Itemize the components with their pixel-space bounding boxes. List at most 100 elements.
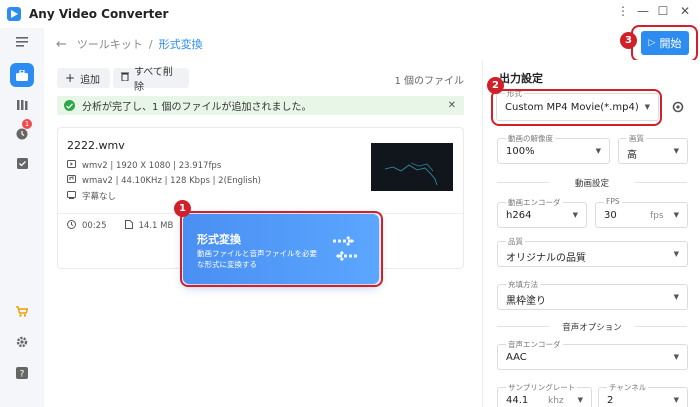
- trash-icon: [121, 72, 129, 84]
- channel-label: チャンネル: [607, 382, 649, 393]
- file-count: 1 個のファイル: [394, 76, 464, 87]
- chevron-down-icon: ▼: [673, 353, 679, 361]
- annotation-box-1: [180, 211, 383, 287]
- notice-text: 分析が完了し、1 個のファイルが追加されました。: [82, 102, 312, 113]
- close-button[interactable]: ✕: [675, 4, 695, 18]
- quality-label: 画質: [627, 133, 646, 144]
- add-button-label: 追加: [80, 74, 101, 86]
- fps-select[interactable]: FPS 30 fps ▼: [595, 197, 688, 228]
- audio-encoder-value: AAC: [506, 352, 527, 363]
- file-name: 2222.wmv: [67, 139, 125, 152]
- file-size: 14.1 MB: [138, 221, 174, 231]
- chevron-down-icon: ▼: [673, 293, 679, 301]
- app-logo-icon: [7, 7, 21, 21]
- library-icon[interactable]: [10, 92, 34, 116]
- minimize-button[interactable]: —: [633, 4, 653, 18]
- fill-method-value: 黒枠塗り: [506, 296, 546, 307]
- more-menu-icon[interactable]: ⋮: [613, 4, 633, 18]
- chevron-down-icon: ▼: [673, 147, 679, 155]
- section-divider: [635, 182, 687, 183]
- clock-icon: [67, 220, 76, 232]
- video-info: wmv2 | 1920 X 1080 | 23.917fps: [67, 160, 221, 171]
- channel-select[interactable]: チャンネル 2 ▼: [598, 382, 688, 407]
- toolkit-icon[interactable]: [10, 63, 34, 87]
- subtitle-info: 字幕なし: [67, 190, 116, 202]
- tasks-icon[interactable]: [10, 151, 34, 175]
- delete-all-button[interactable]: すべて削除: [113, 67, 189, 93]
- quality-value: 高: [627, 150, 637, 161]
- fps-label: FPS: [604, 197, 622, 206]
- collapse-menu-icon[interactable]: [10, 30, 34, 54]
- svg-text:?: ?: [20, 370, 25, 380]
- video-encoder-select[interactable]: 動画エンコーダ h264 ▼: [497, 197, 587, 228]
- history-icon[interactable]: 1: [10, 119, 34, 146]
- annotation-marker-2: 2: [487, 77, 504, 94]
- output-settings-title: 出力設定: [499, 72, 543, 85]
- fps-value: 30: [604, 210, 617, 221]
- app-window: Any Video Converter ⋮ — ☐ ✕ 1 ? ← ツールキット…: [0, 0, 700, 407]
- annotation-box-2: [491, 89, 662, 126]
- app-title: Any Video Converter: [29, 7, 169, 21]
- chevron-down-icon: ▼: [673, 250, 679, 258]
- sample-rate-value: 44.1: [506, 395, 529, 406]
- encoder-value: h264: [506, 210, 532, 221]
- quality-preset-select[interactable]: 品質 オリジナルの品質 ▼: [497, 236, 688, 267]
- delete-all-label: すべて削除: [134, 67, 173, 93]
- output-settings-panel: 出力設定 形式 Custom MP4 Movie(*.mp4) ▼ 2 動画の解…: [482, 60, 700, 407]
- fill-method-label: 充填方法: [506, 279, 540, 290]
- audio-encoder-select[interactable]: 音声エンコーダ AAC ▼: [497, 339, 688, 370]
- annotation-marker-1: 1: [174, 200, 191, 217]
- chevron-down-icon: ▼: [673, 211, 679, 219]
- video-info-text: wmv2 | 1920 X 1080 | 23.917fps: [82, 160, 222, 171]
- plus-icon: +: [65, 71, 76, 85]
- video-icon: [67, 160, 76, 171]
- audio-encoder-label: 音声エンコーダ: [506, 339, 563, 350]
- add-button[interactable]: + 追加: [57, 68, 110, 88]
- breadcrumb: ← ツールキット / 形式変換: [44, 28, 700, 60]
- quality-preset-label: 品質: [506, 236, 525, 247]
- back-arrow-icon[interactable]: ←: [56, 37, 67, 52]
- check-circle-icon: [64, 100, 75, 111]
- chevron-down-icon: ▼: [673, 396, 679, 404]
- settings-gear-icon[interactable]: [10, 330, 34, 354]
- annotation-box-3: [631, 25, 698, 62]
- resolution-label: 動画の解像度: [506, 133, 555, 144]
- video-thumbnail[interactable]: [371, 143, 453, 191]
- duration: 00:25: [82, 221, 107, 231]
- section-divider: [635, 326, 687, 327]
- audio-info: wmav2 | 44.10KHz | 128 Kbps | 2(English): [67, 175, 261, 186]
- duration-size-row: 00:25 14.1 MB: [67, 220, 173, 232]
- quality-preset-value: オリジナルの品質: [506, 253, 586, 264]
- resolution-value: 100%: [506, 146, 535, 157]
- chevron-down-icon: ▼: [572, 211, 578, 219]
- audio-section-title: 音声オプション: [562, 323, 622, 333]
- chevron-down-icon: ▼: [577, 396, 583, 404]
- video-section-title: 動画設定: [574, 179, 609, 189]
- breadcrumb-toolkit[interactable]: ツールキット: [77, 36, 143, 52]
- sample-rate-select[interactable]: サンプリングレート 44.1 khz ▼: [497, 382, 592, 407]
- notification-badge: 1: [22, 119, 32, 129]
- title-bar: Any Video Converter ⋮ — ☐ ✕: [0, 0, 700, 28]
- chevron-down-icon: ▼: [595, 147, 601, 155]
- sample-rate-label: サンプリングレート: [506, 382, 578, 393]
- maximize-button[interactable]: ☐: [653, 4, 673, 18]
- quality-select[interactable]: 画質 高 ▼: [618, 133, 688, 164]
- fill-method-select[interactable]: 充填方法 黒枠塗り ▼: [497, 279, 688, 310]
- audio-info-text: wmav2 | 44.10KHz | 128 Kbps | 2(English): [82, 175, 261, 186]
- sample-rate-unit: khz: [548, 396, 564, 406]
- audio-icon: [67, 175, 76, 186]
- notice-close-icon[interactable]: ✕: [448, 100, 456, 111]
- resolution-select[interactable]: 動画の解像度 100% ▼: [497, 133, 610, 164]
- format-settings-icon[interactable]: [672, 101, 684, 116]
- sidebar: 1 ?: [0, 28, 44, 407]
- subtitle-info-text: 字幕なし: [82, 192, 117, 202]
- file-size-icon: [124, 220, 133, 232]
- cart-icon[interactable]: [10, 299, 34, 323]
- help-icon[interactable]: ?: [10, 361, 34, 385]
- channel-value: 2: [607, 395, 614, 406]
- annotation-marker-3: 3: [620, 32, 637, 49]
- fps-unit: fps: [650, 211, 664, 221]
- subtitle-icon: [67, 190, 76, 202]
- breadcrumb-current: 形式変換: [158, 38, 203, 51]
- encoder-label: 動画エンコーダ: [506, 197, 563, 208]
